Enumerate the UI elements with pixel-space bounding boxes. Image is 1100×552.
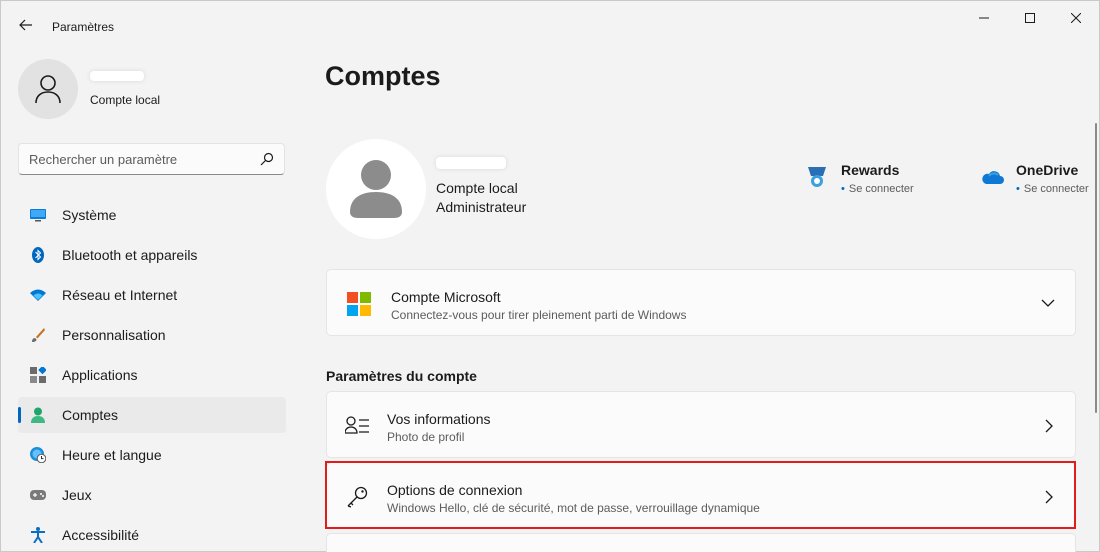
brush-icon (32, 328, 45, 342)
sidebar-item-accessibilite[interactable]: Accessibilité (18, 517, 286, 552)
sidebar-item-comptes[interactable]: Comptes (18, 397, 286, 433)
status-dot: • (841, 183, 845, 195)
search-input[interactable] (29, 144, 249, 174)
close-button[interactable] (1053, 1, 1099, 35)
microsoft-account-title: Compte Microsoft (391, 289, 501, 305)
onedrive-title: OneDrive (1016, 162, 1079, 178)
maximize-button[interactable] (1007, 1, 1053, 35)
maximize-icon (1025, 13, 1035, 23)
sidebar-item-bluetooth[interactable]: Bluetooth et appareils (18, 237, 286, 273)
key-icon (347, 486, 368, 508)
redacted-profile-name (436, 157, 506, 169)
person-outline-icon (35, 75, 61, 104)
sidebar-item-systeme[interactable]: Système (18, 197, 286, 233)
search-box[interactable] (18, 143, 285, 175)
sidebar-item-label: Personnalisation (62, 327, 166, 343)
onedrive-status-text: Se connecter (1023, 183, 1089, 195)
person-icon (31, 407, 45, 423)
sidebar-item-label: Heure et langue (62, 447, 162, 463)
microsoft-logo-icon (347, 292, 371, 316)
profile-avatar[interactable] (326, 139, 426, 239)
settings-window: Paramètres Compte local Rechercher un pa… (0, 0, 1100, 552)
rewards-link[interactable]: Rewards • Se connecter (805, 159, 955, 203)
clock-globe-icon (30, 447, 46, 463)
wifi-icon (30, 289, 46, 301)
row-subtitle: Windows Hello, clé de sécurité, mot de p… (387, 501, 760, 515)
title-bar: Paramètres (1, 1, 1099, 47)
sidebar-item-label: Bluetooth et appareils (62, 247, 198, 263)
sidebar-user-card[interactable]: Compte local (18, 59, 278, 119)
rewards-status: • Se connecter (841, 183, 914, 195)
rewards-status-text: Se connecter (848, 183, 914, 195)
app-title: Paramètres (52, 20, 115, 34)
sidebar-item-label: Système (62, 207, 117, 223)
minimize-button[interactable] (961, 1, 1007, 35)
microsoft-account-card[interactable]: Compte Microsoft Connectez-vous pour tir… (326, 269, 1076, 336)
avatar (18, 59, 78, 119)
microsoft-account-subtitle: Connectez-vous pour tirer pleinement par… (391, 308, 687, 322)
chevron-right-icon (1045, 490, 1053, 504)
minimize-icon (979, 17, 989, 19)
sidebar-item-heure-langue[interactable]: Heure et langue (18, 437, 286, 473)
onedrive-status: • Se connecter (1016, 183, 1089, 195)
user-info-icon (345, 416, 369, 434)
row-title: Options de connexion (387, 482, 523, 498)
profile-account-type: Compte local (436, 180, 518, 196)
section-title: Paramètres du compte (326, 368, 477, 384)
onedrive-cloud-icon (982, 171, 1004, 184)
person-silhouette-icon (350, 160, 402, 218)
settings-row-options-de-connexion[interactable]: Options de connexion Windows Hello, clé … (326, 462, 1076, 529)
profile-account-role: Administrateur (436, 199, 527, 215)
settings-row-vos-informations[interactable]: Vos informations Photo de profil (326, 391, 1076, 458)
sidebar-item-applications[interactable]: Applications (18, 357, 286, 393)
arrow-left-icon (19, 19, 32, 31)
status-dot: • (1016, 183, 1020, 195)
sidebar-item-label: Applications (62, 367, 138, 383)
rewards-medal-icon (808, 167, 826, 187)
gamepad-icon (30, 490, 46, 500)
redacted-user-name (90, 71, 144, 81)
sidebar-item-label: Réseau et Internet (62, 287, 178, 303)
sidebar-item-reseau[interactable]: Réseau et Internet (18, 277, 286, 313)
user-account-type: Compte local (90, 93, 161, 107)
accessibility-icon (31, 527, 45, 543)
sidebar-item-label: Jeux (62, 487, 92, 503)
sidebar-item-jeux[interactable]: Jeux (18, 477, 286, 513)
sidebar-item-personnalisation[interactable]: Personnalisation (18, 317, 286, 353)
close-icon (1071, 13, 1081, 23)
monitor-icon (30, 209, 46, 222)
bluetooth-icon (32, 247, 44, 263)
row-subtitle: Photo de profil (387, 430, 465, 444)
search-icon[interactable] (260, 152, 274, 166)
chevron-down-icon[interactable] (1041, 296, 1055, 310)
apps-icon (30, 367, 46, 383)
sidebar-item-label: Accessibilité (62, 527, 140, 543)
rewards-title: Rewards (841, 162, 900, 178)
back-button[interactable] (11, 11, 41, 39)
chevron-right-icon (1045, 419, 1053, 433)
onedrive-link[interactable]: OneDrive • Se connecter (980, 159, 1099, 203)
settings-row-partial[interactable] (326, 533, 1076, 552)
row-title: Vos informations (387, 411, 491, 427)
sidebar-item-label: Comptes (62, 407, 119, 423)
page-title: Comptes (325, 61, 441, 91)
sidebar-nav: Système Bluetooth et appareils Réseau et… (18, 197, 286, 552)
